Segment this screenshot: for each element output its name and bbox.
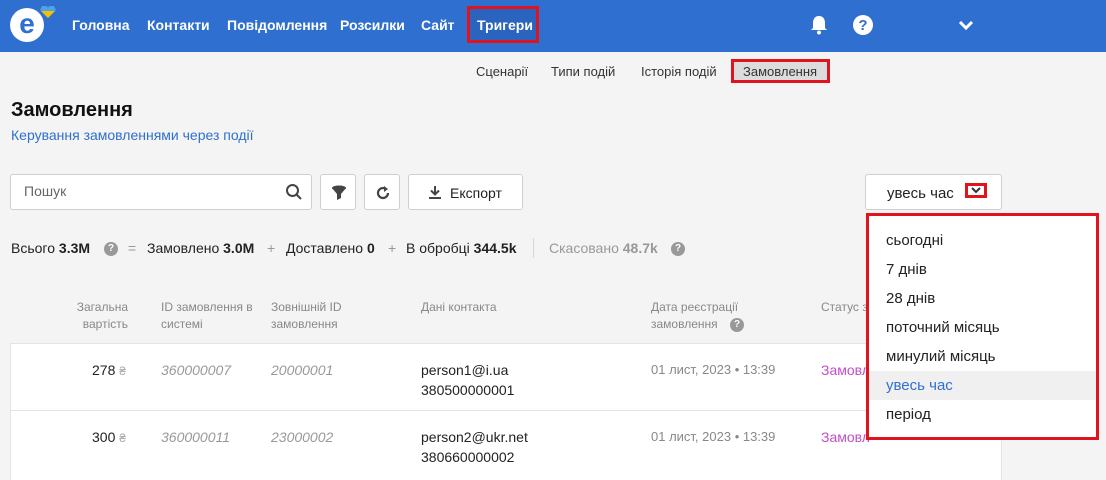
- period-chevron[interactable]: [965, 183, 987, 198]
- period-option-28-days[interactable]: 28 днів: [869, 284, 1096, 313]
- nav-item-triggers[interactable]: Тригери: [477, 17, 533, 33]
- cell-phone: 380500000001: [421, 382, 515, 398]
- help-icon[interactable]: ?: [104, 242, 118, 256]
- search-icon[interactable]: [285, 183, 303, 201]
- period-select[interactable]: увесь час: [865, 174, 1002, 210]
- logo[interactable]: e: [10, 8, 44, 42]
- stat-cancelled-value: 48.7k: [622, 240, 658, 256]
- export-label: Експорт: [450, 185, 502, 201]
- cell-date: 01 лист, 2023 • 13:39: [651, 362, 776, 377]
- column-header-system-id[interactable]: ID замовлення в системі: [161, 299, 261, 333]
- stat-ordered-value: 3.0M: [223, 240, 255, 256]
- tab-orders[interactable]: Замовлення: [743, 64, 817, 79]
- period-option-7-days[interactable]: 7 днів: [869, 255, 1096, 284]
- stat-total-label: Всього: [11, 240, 56, 256]
- nav-item-contacts[interactable]: Контакти: [147, 17, 210, 33]
- stat-delivered-value: 0: [366, 240, 375, 256]
- row-divider: [10, 410, 1002, 411]
- search-box: [10, 174, 312, 210]
- period-option-all-time[interactable]: увесь час: [869, 371, 1096, 400]
- column-header-external-id[interactable]: Зовнішній ID замовлення: [271, 299, 366, 333]
- tab-event-history[interactable]: Історія подій: [641, 64, 717, 79]
- refresh-icon: [376, 186, 390, 200]
- chevron-down-icon: [971, 187, 981, 194]
- download-icon: [429, 186, 441, 199]
- period-dropdown-menu: сьогодні 7 днів 28 днів поточний місяць …: [866, 213, 1099, 440]
- plus-sign: +: [267, 240, 276, 256]
- tab-event-types[interactable]: Типи подій: [551, 64, 615, 79]
- filter-icon: [332, 185, 346, 200]
- stat-ordered: Замовлено 3.0M: [147, 240, 254, 256]
- bell-icon[interactable]: [808, 14, 830, 36]
- filter-button[interactable]: [320, 174, 356, 210]
- cell-total: 278 ₴: [92, 362, 126, 378]
- column-header-contact[interactable]: Дані контакта: [421, 299, 571, 316]
- top-navbar: e Головна Контакти Повідомлення Розсилки…: [0, 0, 1106, 52]
- cell-status: Замовл: [821, 429, 870, 445]
- nav-item-campaigns[interactable]: Розсилки: [340, 17, 405, 33]
- stat-processing-label: В обробці: [406, 240, 470, 256]
- period-option-custom-range[interactable]: період: [869, 400, 1096, 429]
- stat-total: Всього 3.3M: [11, 240, 90, 256]
- page-title: Замовлення: [11, 99, 133, 121]
- cell-status: Замовл: [821, 362, 870, 378]
- stat-processing: В обробці 344.5k: [406, 240, 516, 256]
- period-select-value: увесь час: [887, 185, 954, 202]
- column-header-status[interactable]: Статус з: [821, 299, 871, 316]
- search-input[interactable]: [24, 183, 274, 199]
- export-button[interactable]: Експорт: [408, 174, 523, 210]
- cell-external-id: 20000001: [271, 362, 334, 378]
- period-option-last-month[interactable]: минулий місяць: [869, 342, 1096, 371]
- stat-processing-value: 344.5k: [473, 240, 517, 256]
- nav-item-home[interactable]: Головна: [72, 17, 130, 33]
- help-icon[interactable]: ?: [730, 318, 744, 332]
- cell-email[interactable]: person1@i.ua: [421, 362, 508, 378]
- help-icon[interactable]: ?: [852, 14, 874, 36]
- tab-scenarios[interactable]: Сценарії: [476, 64, 528, 79]
- equals-sign: =: [128, 240, 137, 256]
- cell-system-id: 360000007: [161, 362, 232, 378]
- period-option-today[interactable]: сьогодні: [869, 226, 1096, 255]
- cell-phone: 380660000002: [421, 449, 515, 465]
- cell-total: 300 ₴: [92, 429, 126, 445]
- stat-cancelled-label: Скасовано: [549, 240, 619, 256]
- cell-email[interactable]: person2@ukr.net: [421, 429, 528, 445]
- refresh-button[interactable]: [364, 174, 400, 210]
- plus-sign: +: [388, 240, 397, 256]
- help-icon[interactable]: ?: [671, 242, 685, 256]
- stats-divider: [533, 238, 534, 258]
- column-header-total[interactable]: Загальна вартість: [60, 299, 128, 333]
- stat-total-value: 3.3M: [58, 240, 91, 256]
- nav-item-site[interactable]: Сайт: [421, 17, 455, 33]
- stat-delivered-label: Доставлено: [286, 240, 364, 256]
- svg-text:?: ?: [858, 17, 867, 34]
- cell-date: 01 лист, 2023 • 13:39: [651, 429, 776, 444]
- chevron-down-icon[interactable]: [955, 14, 977, 36]
- stat-ordered-label: Замовлено: [147, 240, 220, 256]
- cell-system-id: 360000011: [161, 429, 231, 445]
- heart-icon: [40, 6, 56, 18]
- stat-delivered: Доставлено 0: [286, 240, 375, 256]
- nav-item-messages[interactable]: Повідомлення: [227, 17, 327, 33]
- stat-cancelled: Скасовано 48.7k: [549, 240, 658, 256]
- period-option-current-month[interactable]: поточний місяць: [869, 313, 1096, 342]
- page-subtitle: Керування замовленнями через події: [11, 127, 254, 143]
- cell-external-id: 23000002: [271, 429, 334, 445]
